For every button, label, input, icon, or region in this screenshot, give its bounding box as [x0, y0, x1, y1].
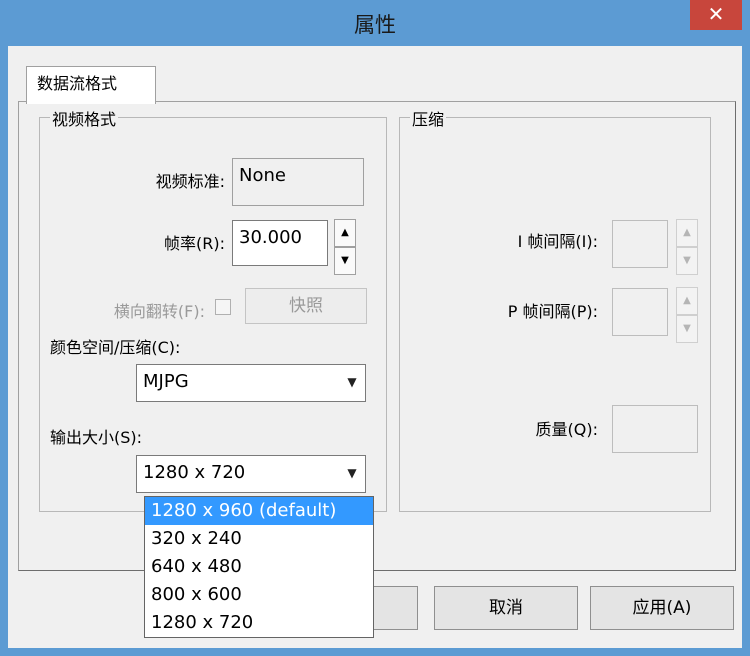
framerate-input[interactable]: 30.000: [232, 220, 328, 266]
quality-label: 质量(Q):: [535, 420, 598, 439]
cancel-label: 取消: [489, 598, 523, 618]
arrow-up-icon: ▲: [683, 227, 691, 238]
arrow-down-icon: ▼: [683, 323, 691, 334]
snapshot-button[interactable]: 快照: [245, 288, 367, 324]
output-size-value: 1280 x 720: [143, 462, 246, 483]
list-item[interactable]: 800 x 600: [145, 581, 373, 609]
framerate-label: 帧率(R):: [164, 234, 225, 253]
video-standard-field: None: [232, 158, 364, 206]
apply-label: 应用(A): [632, 598, 692, 618]
p-frame-down-button[interactable]: ▼: [676, 315, 698, 343]
framerate-down-button[interactable]: ▼: [334, 247, 356, 275]
i-frame-down-button[interactable]: ▼: [676, 247, 698, 275]
list-item[interactable]: 1280 x 960 (default): [145, 497, 373, 525]
list-item[interactable]: 640 x 480: [145, 553, 373, 581]
color-space-label: 颜色空间/压缩(C):: [50, 338, 181, 357]
tab-stream-format[interactable]: 数据流格式: [26, 66, 156, 104]
output-size-label: 输出大小(S):: [50, 428, 143, 447]
color-space-value: MJPG: [143, 371, 189, 392]
apply-button[interactable]: 应用(A): [590, 586, 734, 630]
arrow-up-icon: ▲: [341, 227, 349, 238]
list-item[interactable]: 1280 x 720: [145, 609, 373, 637]
chevron-down-icon: ▼: [340, 366, 364, 400]
color-space-select[interactable]: MJPG ▼: [136, 364, 366, 402]
output-size-dropdown: 1280 x 960 (default) 320 x 240 640 x 480…: [144, 496, 374, 638]
window-title: 属性: [354, 13, 396, 37]
video-standard-value: None: [239, 165, 286, 186]
i-frame-interval-label: I 帧间隔(I):: [517, 232, 598, 251]
framerate-value: 30.000: [239, 227, 302, 248]
p-frame-interval-input[interactable]: [612, 288, 668, 336]
p-frame-interval-label: P 帧间隔(P):: [507, 302, 598, 321]
i-frame-interval-input[interactable]: [612, 220, 668, 268]
close-icon: ✕: [707, 2, 725, 26]
chevron-down-icon: ▼: [340, 457, 364, 491]
quality-input[interactable]: [612, 405, 698, 453]
snapshot-label: 快照: [289, 296, 323, 316]
close-button[interactable]: ✕: [690, 0, 742, 30]
arrow-up-icon: ▲: [683, 295, 691, 306]
flip-label: 横向翻转(F):: [113, 302, 205, 321]
arrow-down-icon: ▼: [683, 255, 691, 266]
flip-checkbox[interactable]: [215, 299, 231, 315]
i-frame-up-button[interactable]: ▲: [676, 219, 698, 247]
arrow-down-icon: ▼: [341, 255, 349, 266]
dialog-client: 数据流格式 视频格式 视频标准: None 帧率(R): 30.000 ▲ ▼ …: [8, 46, 742, 648]
list-item[interactable]: 320 x 240: [145, 525, 373, 553]
compression-group: 压缩 I 帧间隔(I): ▲ ▼ P 帧间隔(P): ▲ ▼ 质量(Q):: [399, 106, 711, 512]
compression-group-title: 压缩: [410, 106, 447, 130]
p-frame-up-button[interactable]: ▲: [676, 287, 698, 315]
video-format-group-title: 视频格式: [50, 106, 119, 130]
title-bar: 属性 ✕: [0, 0, 750, 46]
video-format-group: 视频格式 视频标准: None 帧率(R): 30.000 ▲ ▼ 横向翻转(F…: [39, 106, 387, 512]
output-size-select[interactable]: 1280 x 720 ▼: [136, 455, 366, 493]
tab-panel: 视频格式 视频标准: None 帧率(R): 30.000 ▲ ▼ 横向翻转(F…: [18, 101, 736, 571]
video-standard-label: 视频标准:: [155, 172, 225, 191]
cancel-button[interactable]: 取消: [434, 586, 578, 630]
framerate-up-button[interactable]: ▲: [334, 219, 356, 247]
